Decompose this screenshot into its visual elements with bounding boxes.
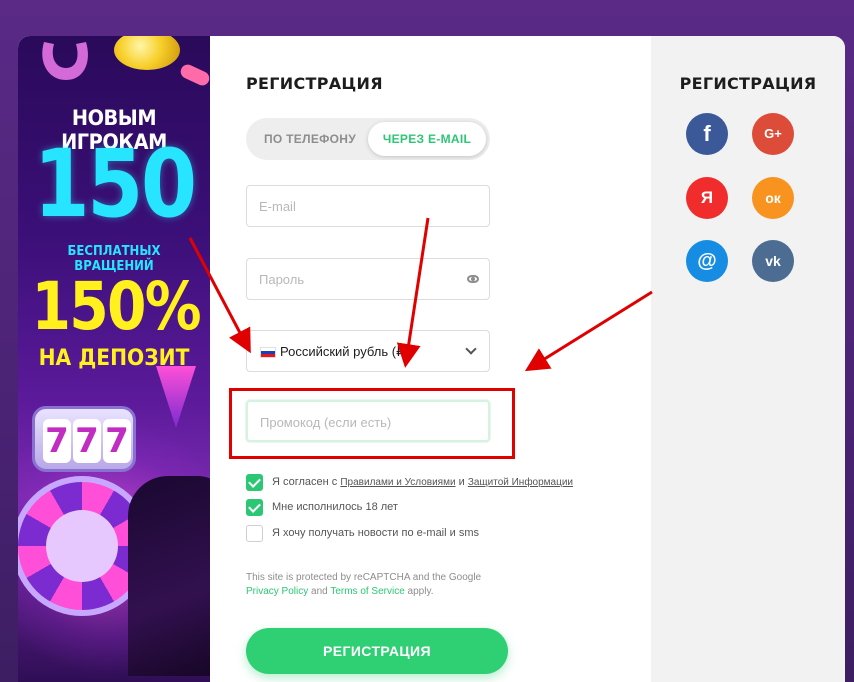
horseshoe-icon [42, 42, 88, 80]
form-title: РЕГИСТРАЦИЯ [246, 74, 383, 93]
social-registration-panel: РЕГИСТРАЦИЯ f G+ Я ок @ vk [651, 36, 845, 682]
email-placeholder: E-mail [259, 199, 296, 214]
recaptcha-notice: This site is protected by reCAPTCHA and … [246, 571, 516, 599]
social-title: РЕГИСТРАЦИЯ [679, 74, 817, 93]
news-label: Я хочу получать новости по e-mail и sms [272, 527, 479, 539]
vk-icon[interactable]: vk [752, 240, 794, 282]
slot-digit: 7 [73, 419, 101, 463]
terms-and: и [455, 476, 468, 488]
slot-digit: 7 [103, 419, 131, 463]
recaptcha-and: and [308, 586, 331, 597]
coin-icon [114, 36, 180, 70]
age-label: Мне исполнилось 18 лет [272, 501, 398, 513]
roulette-center [46, 510, 118, 582]
news-checkbox[interactable] [246, 525, 263, 542]
recaptcha-apply: apply. [404, 586, 434, 597]
odnoklassniki-icon[interactable]: ок [752, 177, 794, 219]
privacy-link[interactable]: Защитой Информации [468, 477, 573, 488]
annotation-highlight-box [229, 388, 515, 459]
recaptcha-text: This site is protected by reCAPTCHA and … [246, 572, 482, 583]
promo-percent: 150% [31, 268, 201, 345]
facebook-icon[interactable]: f [686, 113, 728, 155]
email-field[interactable]: E-mail [246, 185, 490, 227]
russia-flag-icon [260, 347, 276, 358]
brand-logo-icon [156, 366, 196, 428]
currency-select[interactable]: Российский рубль (₽ [246, 330, 490, 372]
privacy-policy-link[interactable]: Privacy Policy [246, 586, 308, 597]
tab-phone[interactable]: ПО ТЕЛЕФОНУ [252, 122, 368, 156]
currency-value: Российский рубль (₽ [280, 344, 405, 359]
terms-link[interactable]: Правилами и Условиями [340, 477, 455, 488]
mailru-icon[interactable]: @ [686, 240, 728, 282]
password-placeholder: Пароль [259, 272, 305, 287]
terms-text: Я согласен с [272, 476, 341, 488]
age-checkbox[interactable] [246, 499, 263, 516]
tab-email[interactable]: ЧЕРЕЗ E-MAIL [368, 122, 486, 156]
promo-banner: НОВЫМ ИГРОКАМ 150 БЕСПЛАТНЫХ ВРАЩЕНИЙ 15… [18, 36, 210, 682]
chevron-down-icon [465, 343, 477, 355]
registration-method-tabs: ПО ТЕЛЕФОНУ ЧЕРЕЗ E-MAIL [246, 118, 490, 160]
terms-checkbox[interactable] [246, 474, 263, 491]
slot-machine-icon: 7 7 7 [32, 406, 136, 472]
eye-icon[interactable] [467, 275, 479, 283]
yandex-icon[interactable]: Я [686, 177, 728, 219]
rider-image [128, 476, 210, 676]
decoration-icon [178, 62, 210, 88]
google-plus-icon[interactable]: G+ [752, 113, 794, 155]
registration-modal: НОВЫМ ИГРОКАМ 150 БЕСПЛАТНЫХ ВРАЩЕНИЙ 15… [18, 36, 845, 682]
slot-digit: 7 [43, 419, 71, 463]
promo-spins-number: 150 [33, 130, 197, 239]
register-button[interactable]: РЕГИСТРАЦИЯ [246, 628, 508, 674]
password-field[interactable]: Пароль [246, 258, 490, 300]
terms-of-service-link[interactable]: Terms of Service [330, 586, 404, 597]
